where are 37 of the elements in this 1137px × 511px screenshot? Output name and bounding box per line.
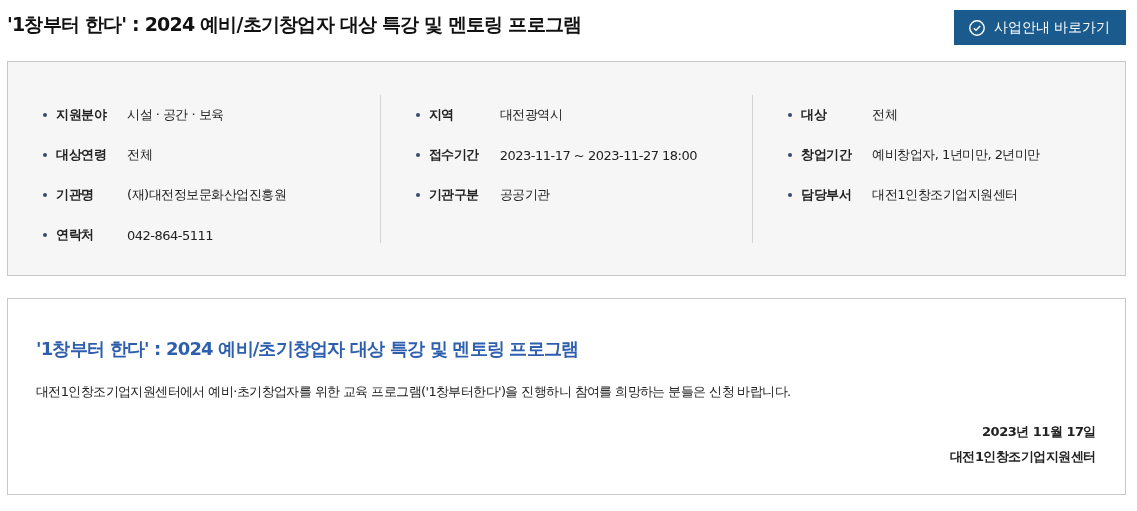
field-value: 042-864-5111: [127, 227, 214, 243]
field-label: 대상연령: [56, 146, 107, 164]
bullet-icon: [43, 153, 47, 157]
field-label: 지역: [428, 106, 455, 124]
field-value: 예비창업자, 1년미만, 2년미만: [872, 146, 1040, 164]
bullet-icon: [43, 113, 47, 117]
bullet-icon: [788, 153, 793, 157]
field-value: 공공기관: [499, 186, 550, 204]
field-label: 기관구분: [428, 186, 480, 204]
business-info-button[interactable]: 사업안내 바로가기: [953, 10, 1126, 45]
field-label: 대상: [801, 106, 828, 124]
field-label: 접수기간: [428, 146, 480, 164]
notice-signature: 대전1인창조기업지원센터: [949, 448, 1096, 466]
bullet-icon: [43, 233, 47, 237]
field-label: 연락처: [56, 226, 95, 244]
field-value: (재)대전정보문화산업진흥원: [127, 186, 287, 204]
bullet-icon: [415, 113, 420, 117]
field-label: 창업기간: [801, 146, 853, 164]
bullet-icon: [788, 113, 793, 117]
bullet-icon: [415, 153, 420, 157]
notice-date: 2023년 11월 17일: [982, 423, 1096, 441]
field-value: 전체: [872, 106, 898, 124]
field-label: 지원분야: [56, 106, 108, 124]
notice-title: '1창부터 한다' : 2024 예비/초기창업자 대상 특강 및 멘토링 프로그램: [36, 337, 580, 361]
page-title: '1창부터 한다' : 2024 예비/초기창업자 대상 특강 및 멘토링 프로그램: [7, 12, 582, 37]
notice-text: 대전1인창조기업지원센터에서 예비·초기창업자를 위한 교육 프로그램('1창부터한다')을 진행하니 참여를 희망하는 분들은 신청 바랍니다.: [36, 383, 792, 401]
field-value: 2023-11-17 ~ 2023-11-27 18:00: [499, 147, 698, 163]
field-value: 대전광역시: [499, 106, 563, 124]
bullet-icon: [415, 193, 420, 197]
field-value: 전체: [127, 146, 152, 164]
field-value: 시설 · 공간 · 보육: [127, 106, 224, 124]
field-label: 기관명: [56, 186, 95, 204]
field-label: 담당부서: [801, 186, 853, 204]
check-circle-icon: [967, 18, 986, 37]
bullet-icon: [788, 193, 793, 197]
bullet-icon: [43, 193, 47, 197]
field-value: 대전1인창조기업지원센터: [872, 186, 1018, 204]
